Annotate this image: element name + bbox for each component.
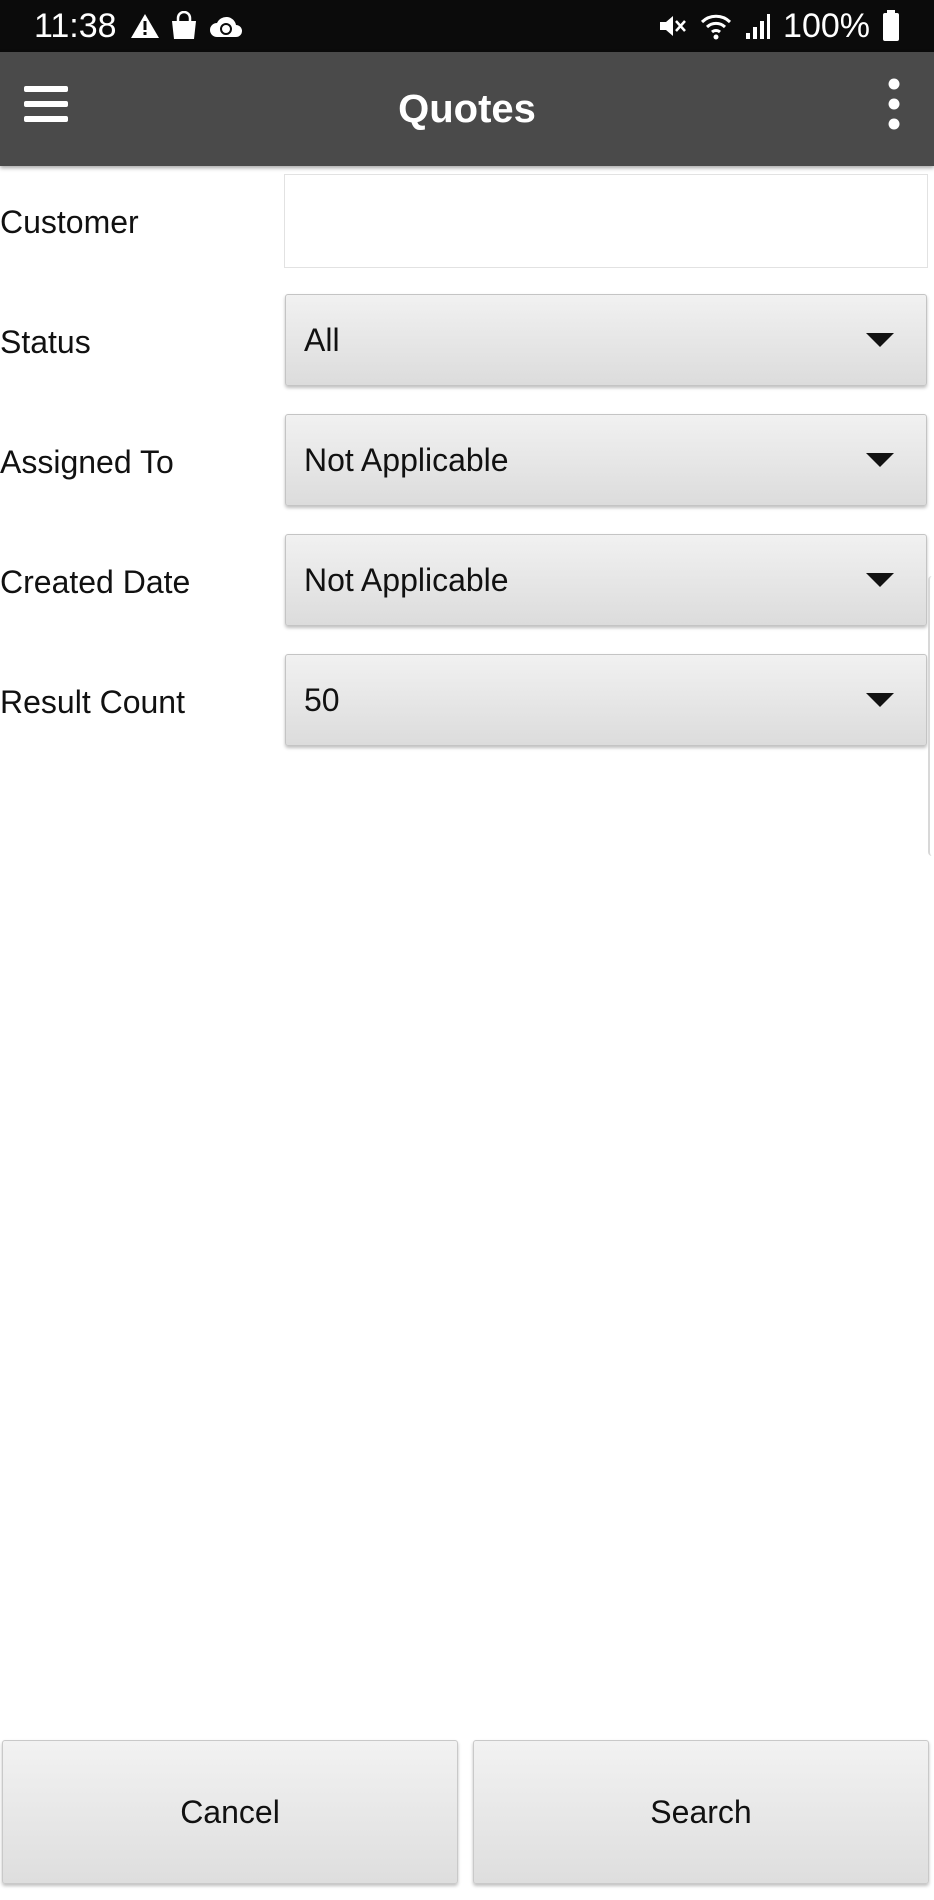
customer-row: Customer	[0, 174, 934, 270]
battery-percentage: 100%	[783, 7, 870, 45]
hamburger-menu-icon	[24, 86, 68, 122]
page-title: Quotes	[398, 87, 536, 131]
status-left-icons	[130, 10, 244, 42]
status-bar: 11:38 100%	[0, 0, 934, 52]
assigned-to-row: Assigned To Not Applicable	[0, 414, 934, 510]
status-time: 11:38	[34, 7, 117, 45]
more-vertical-icon	[888, 78, 900, 130]
cloud-sync-icon	[210, 16, 242, 37]
status-selected-value: All	[304, 322, 340, 358]
customer-label: Customer	[0, 204, 139, 240]
result-count-dropdown[interactable]: 50	[285, 654, 927, 746]
app-bar: Quotes	[0, 52, 934, 166]
assigned-to-selected-value: Not Applicable	[304, 442, 509, 478]
dropdown-arrow-icon	[866, 693, 894, 707]
created-date-label: Created Date	[0, 564, 191, 600]
dropdown-arrow-icon	[866, 573, 894, 587]
dropdown-arrow-icon	[866, 333, 894, 347]
status-right: 100%	[657, 6, 900, 46]
created-date-dropdown[interactable]: Not Applicable	[285, 534, 927, 626]
status-row: Status All	[0, 294, 934, 390]
dropdown-arrow-icon	[866, 453, 894, 467]
edge-panel-handle[interactable]	[928, 576, 934, 856]
result-count-selected-value: 50	[304, 682, 340, 718]
mute-icon	[660, 16, 686, 36]
wifi-icon	[700, 14, 732, 40]
created-date-selected-value: Not Applicable	[304, 562, 509, 598]
assigned-to-dropdown[interactable]: Not Applicable	[285, 414, 927, 506]
result-count-label: Result Count	[0, 684, 185, 720]
status-dropdown[interactable]: All	[285, 294, 927, 386]
battery-icon	[883, 10, 899, 41]
customer-input[interactable]	[284, 174, 928, 268]
result-count-row: Result Count 50	[0, 654, 934, 750]
menu-button[interactable]	[24, 82, 70, 126]
search-button[interactable]: Search	[473, 1740, 929, 1884]
cancel-button[interactable]: Cancel	[2, 1740, 458, 1884]
assigned-to-label: Assigned To	[0, 444, 174, 480]
created-date-row: Created Date Not Applicable	[0, 534, 934, 630]
warning-icon	[131, 14, 159, 38]
signal-icon	[746, 14, 771, 39]
shopping-bag-icon	[172, 11, 196, 39]
overflow-menu-button[interactable]	[882, 76, 906, 136]
status-label: Status	[0, 324, 91, 360]
